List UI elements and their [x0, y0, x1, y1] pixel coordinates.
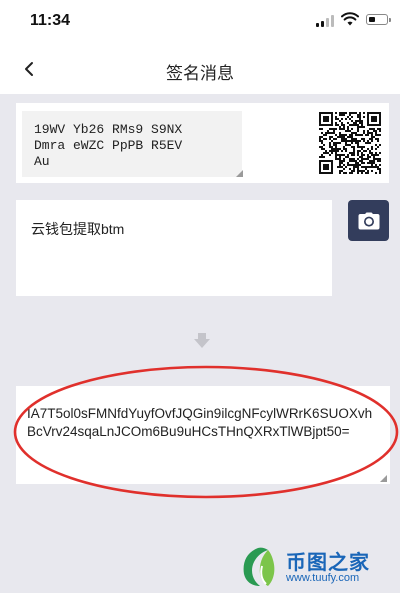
resize-handle-icon[interactable] — [236, 170, 243, 177]
qr-code-icon[interactable] — [319, 112, 381, 174]
camera-icon — [358, 212, 379, 229]
message-input[interactable]: 云钱包提取btm — [16, 200, 332, 296]
arrow-down-icon — [194, 333, 210, 348]
watermark-title: 币图之家 — [286, 550, 370, 574]
annotation-circle — [13, 365, 399, 499]
wifi-icon — [341, 12, 359, 26]
watermark-logo-icon — [243, 547, 275, 586]
page-title: 签名消息 — [166, 64, 234, 83]
cellular-signal-icon — [316, 15, 336, 27]
watermark: 币图之家 www.tuufy.com — [238, 544, 390, 590]
navigation-bar: 签名消息 — [0, 44, 400, 94]
scan-camera-button[interactable] — [348, 200, 389, 241]
battery-icon — [366, 14, 391, 25]
address-card: 19WV Yb26 RMs9 S9NX Dmra eWZC PpPB R5EV … — [16, 103, 389, 183]
watermark-url: www.tuufy.com — [286, 572, 360, 584]
status-time: 11:34 — [30, 12, 71, 29]
status-bar: 11:34 — [0, 0, 400, 44]
address-input[interactable]: 19WV Yb26 RMs9 S9NX Dmra eWZC PpPB R5EV … — [22, 111, 242, 177]
